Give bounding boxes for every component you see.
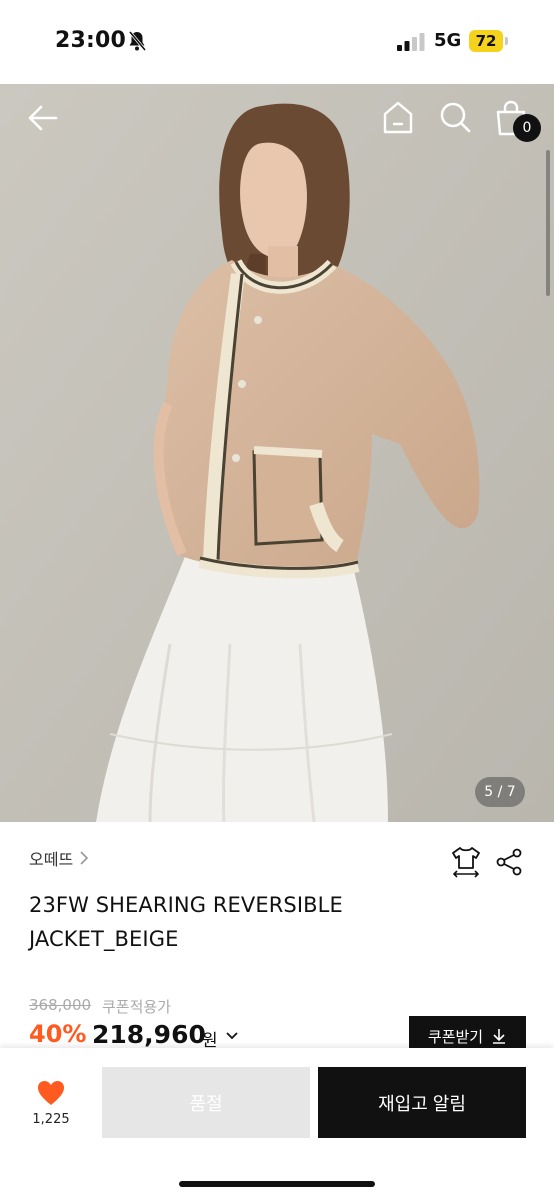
product-title-line-1: 23FW SHEARING REVERSIBLE [29, 893, 343, 917]
scroll-indicator [546, 150, 550, 296]
back-arrow-icon[interactable] [26, 101, 60, 135]
bell-muted-icon [128, 31, 147, 51]
home-indicator [179, 1181, 375, 1187]
image-page-counter: 5 / 7 [475, 777, 525, 807]
product-image[interactable]: 0 5 / 7 [0, 84, 554, 822]
discount-rate: 40% [29, 1020, 87, 1048]
like-count: 1,225 [32, 1112, 70, 1127]
network-label: 5G [434, 30, 462, 51]
heart-icon [38, 1081, 64, 1105]
coupon-applied-note: 쿠폰적용가 [102, 998, 172, 1016]
battery-indicator: 72 [469, 30, 503, 52]
chevron-right-icon [80, 851, 89, 865]
brand-link[interactable]: 오떼뜨 [29, 846, 89, 870]
soldout-button[interactable]: 품절 [102, 1067, 310, 1138]
status-bar: 23:00 5G 72 [0, 0, 554, 84]
status-time: 23:00 [55, 28, 127, 53]
share-icon[interactable] [495, 848, 523, 876]
battery-cap [505, 37, 508, 45]
product-photo [0, 84, 554, 822]
size-guide-icon[interactable] [451, 846, 481, 878]
brand-name: 오떼뜨 [29, 850, 74, 869]
signal-icon [397, 33, 425, 51]
home-icon[interactable] [381, 100, 415, 136]
like-button[interactable]: 1,225 [26, 1080, 76, 1127]
cart-count-badge[interactable]: 0 [513, 114, 541, 142]
original-price: 368,000 [29, 996, 92, 1014]
coupon-button-label: 쿠폰받기 [427, 1027, 484, 1046]
sale-price: 218,960 [92, 1020, 206, 1049]
chevron-down-icon[interactable] [225, 1031, 239, 1041]
download-icon [493, 1029, 506, 1044]
restock-alert-button[interactable]: 재입고 알림 [318, 1067, 526, 1138]
search-icon[interactable] [438, 100, 472, 134]
product-title: 23FW SHEARING REVERSIBLE JACKET_BEIGE [29, 888, 489, 956]
product-title-line-2: JACKET_BEIGE [29, 927, 179, 951]
